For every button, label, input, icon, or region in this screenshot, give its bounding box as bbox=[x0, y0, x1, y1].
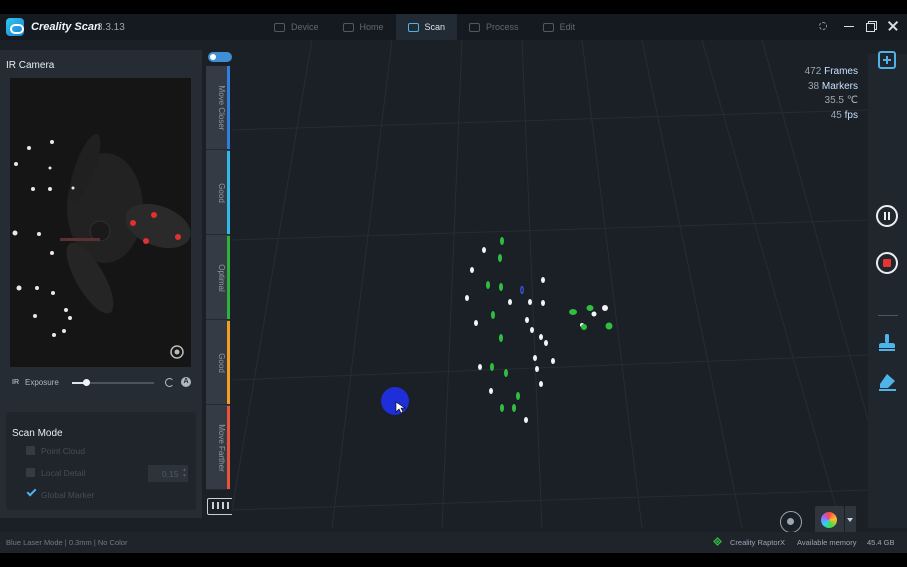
add-icon[interactable] bbox=[878, 51, 896, 69]
tab-label: Home bbox=[359, 22, 384, 32]
device-icon bbox=[274, 22, 285, 32]
ir-label: IR bbox=[12, 379, 19, 386]
option-label: Local Detail bbox=[41, 468, 86, 478]
tab-scan[interactable]: Scan bbox=[395, 14, 458, 40]
local-detail-stepper[interactable]: ▲ ▼ bbox=[182, 467, 187, 479]
ir-camera-panel: IR Camera IR Exposure A Scan Mode Point … bbox=[0, 50, 202, 518]
temperature-stat: 35.5 ℃ bbox=[805, 94, 858, 109]
option-label: Global Marker bbox=[41, 490, 95, 500]
settings-icon[interactable] bbox=[819, 22, 827, 30]
minimize-icon[interactable] bbox=[843, 20, 855, 32]
edit-icon bbox=[542, 22, 554, 32]
fps-label: fps bbox=[844, 109, 858, 121]
exposure-label: Exposure bbox=[25, 378, 59, 387]
maximize-icon[interactable] bbox=[865, 20, 877, 32]
segment-label: Move Farther bbox=[217, 423, 226, 472]
ir-camera-view bbox=[10, 78, 191, 367]
distance-segment-good-near: Good bbox=[206, 151, 230, 235]
segment-color-bar bbox=[227, 321, 230, 404]
segment-color-bar bbox=[227, 406, 230, 489]
frames-stat: 472 Frames bbox=[805, 65, 858, 80]
memory-label: Available memory bbox=[797, 538, 857, 547]
scan-mode-title: Scan Mode bbox=[12, 428, 63, 439]
scan-mode-status: Blue Laser Mode | 0.3mm | No Color bbox=[6, 538, 128, 547]
scan-icon bbox=[407, 22, 419, 32]
point-cloud-checkbox[interactable] bbox=[26, 446, 35, 455]
segment-label: Optimal bbox=[217, 263, 226, 292]
option-label: Point Cloud bbox=[41, 446, 85, 456]
app-logo-icon bbox=[6, 18, 24, 36]
tab-label: Scan bbox=[424, 22, 446, 32]
app-version: 3.3.13 bbox=[97, 22, 125, 33]
title-bar: Creality Scan 3.3.13 Device Home Scan Pr… bbox=[0, 14, 907, 40]
exposure-slider-thumb[interactable] bbox=[82, 379, 90, 386]
scan-stats: 472 Frames 38 Markers 35.5 ℃ 45 fps bbox=[805, 65, 858, 123]
distance-indicator: Move Closer Good Optimal Good Move Farth… bbox=[206, 66, 230, 490]
home-icon bbox=[342, 22, 354, 32]
tab-home[interactable]: Home bbox=[331, 14, 396, 40]
device-name: Creality RaptorX bbox=[730, 538, 786, 547]
segment-label: Move Closer bbox=[217, 85, 226, 130]
frames-label: Frames bbox=[824, 66, 858, 77]
segment-color-bar bbox=[227, 66, 230, 149]
tab-process[interactable]: Process bbox=[457, 14, 531, 40]
tab-label: Device bbox=[291, 22, 319, 32]
color-mode-button[interactable] bbox=[815, 506, 844, 534]
main-tabs: Device Home Scan Process Edit bbox=[262, 14, 587, 40]
eraser-icon[interactable] bbox=[876, 371, 898, 393]
scan-viewport[interactable] bbox=[232, 40, 868, 528]
temperature-unit: ℃ bbox=[846, 95, 858, 106]
local-detail-checkbox[interactable] bbox=[26, 468, 35, 477]
tab-device[interactable]: Device bbox=[262, 14, 331, 40]
distance-indicator-toggle[interactable] bbox=[208, 52, 232, 62]
auto-exposure-button[interactable]: A bbox=[181, 377, 191, 387]
window-controls bbox=[819, 20, 899, 32]
tab-label: Process bbox=[486, 22, 519, 32]
right-toolbar bbox=[868, 51, 907, 528]
app-title: Creality Scan bbox=[31, 21, 101, 33]
device-connected-icon bbox=[713, 537, 722, 546]
color-wheel-icon bbox=[821, 512, 837, 528]
touch-cursor-indicator bbox=[381, 387, 409, 415]
refresh-icon[interactable] bbox=[165, 378, 174, 387]
exposure-row: IR Exposure A bbox=[12, 377, 192, 389]
toolbar-divider bbox=[878, 315, 898, 316]
fps-value: 45 bbox=[830, 109, 842, 121]
distance-segment-move-closer: Move Closer bbox=[206, 66, 230, 150]
frames-value: 472 bbox=[804, 66, 822, 77]
tab-edit[interactable]: Edit bbox=[531, 14, 588, 40]
stop-icon[interactable] bbox=[876, 252, 898, 274]
exposure-slider[interactable] bbox=[72, 379, 154, 386]
segment-color-bar bbox=[227, 236, 230, 319]
close-icon[interactable] bbox=[887, 20, 899, 32]
ir-camera-image bbox=[10, 78, 191, 367]
distance-segment-good-far: Good bbox=[206, 321, 230, 405]
color-mode-dropdown[interactable] bbox=[845, 506, 856, 534]
markers-value: 38 bbox=[807, 80, 820, 92]
markers-stat: 38 Markers bbox=[805, 80, 858, 95]
temperature-value: 35.5 bbox=[824, 95, 844, 106]
segment-color-bar bbox=[227, 151, 230, 234]
panel-title: IR Camera bbox=[6, 60, 55, 71]
distance-segment-move-farther: Move Farther bbox=[206, 406, 230, 490]
tab-label: Edit bbox=[559, 22, 576, 32]
checkmark-icon[interactable] bbox=[26, 486, 37, 497]
status-bar: Blue Laser Mode | 0.3mm | No Color Creal… bbox=[0, 532, 907, 553]
segment-label: Good bbox=[217, 352, 226, 373]
markers-label: Markers bbox=[821, 80, 858, 92]
segment-label: Good bbox=[217, 182, 226, 203]
brush-icon[interactable] bbox=[876, 332, 898, 354]
pause-icon[interactable] bbox=[876, 205, 898, 227]
app-window: Creality Scan 3.3.13 Device Home Scan Pr… bbox=[0, 14, 907, 553]
scan-mode-section: Scan Mode Point Cloud Local Detail ▲▼ Gl… bbox=[6, 412, 196, 510]
memory-value: 45.4 GB bbox=[867, 538, 895, 547]
process-icon bbox=[469, 22, 481, 32]
distance-segment-optimal: Optimal bbox=[206, 236, 230, 320]
locate-target-icon[interactable] bbox=[780, 511, 802, 533]
fps-stat: 45 fps bbox=[805, 109, 858, 124]
